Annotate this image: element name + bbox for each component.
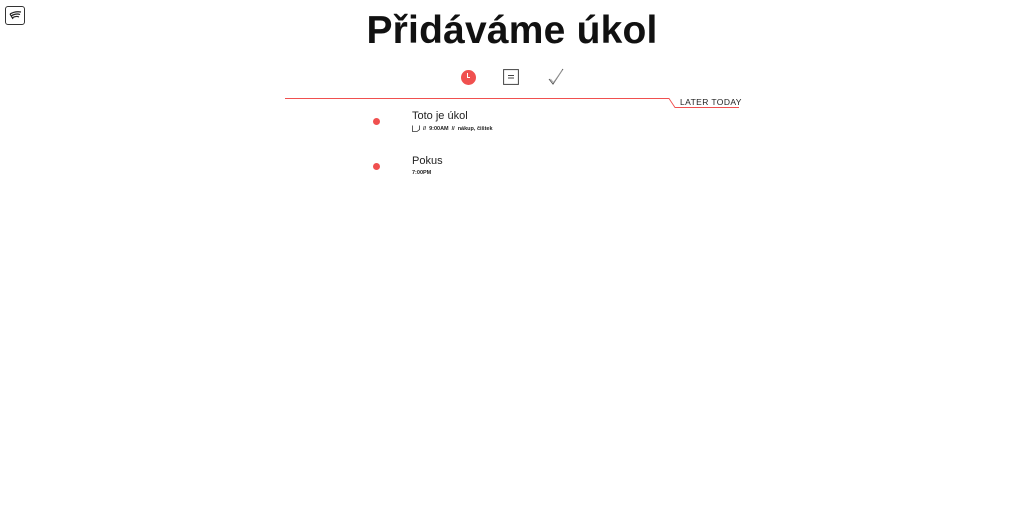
task-title: Pokus (412, 155, 443, 167)
tab-list[interactable] (501, 67, 521, 87)
section-label: LATER TODAY (680, 97, 742, 107)
task-item[interactable]: Pokus 7:00PM (0, 153, 1024, 187)
page-title: Přidáváme úkol (366, 9, 658, 52)
task-title: Toto je úkol (412, 110, 468, 122)
tab-clock[interactable] (458, 67, 478, 87)
task-meta: 7:00PM (412, 170, 431, 176)
task-time: 9:00AM (429, 125, 449, 132)
view-tabs (0, 67, 1024, 87)
task-status-dot[interactable] (373, 118, 380, 125)
note-icon (412, 125, 420, 132)
tab-done[interactable] (546, 67, 566, 87)
task-meta: // 9:00AM // nákup, čištek (412, 125, 493, 132)
checkmark-icon (548, 68, 564, 85)
clock-icon (460, 69, 476, 85)
list-icon (503, 69, 519, 85)
meta-separator: // (451, 125, 455, 132)
meta-separator: // (423, 125, 427, 132)
task-item[interactable]: Toto je úkol // 9:00AM // nákup, čištek (0, 108, 1024, 142)
task-time: 7:00PM (412, 170, 432, 176)
task-tags: nákup, čištek (457, 125, 493, 132)
task-status-dot[interactable] (373, 163, 380, 170)
